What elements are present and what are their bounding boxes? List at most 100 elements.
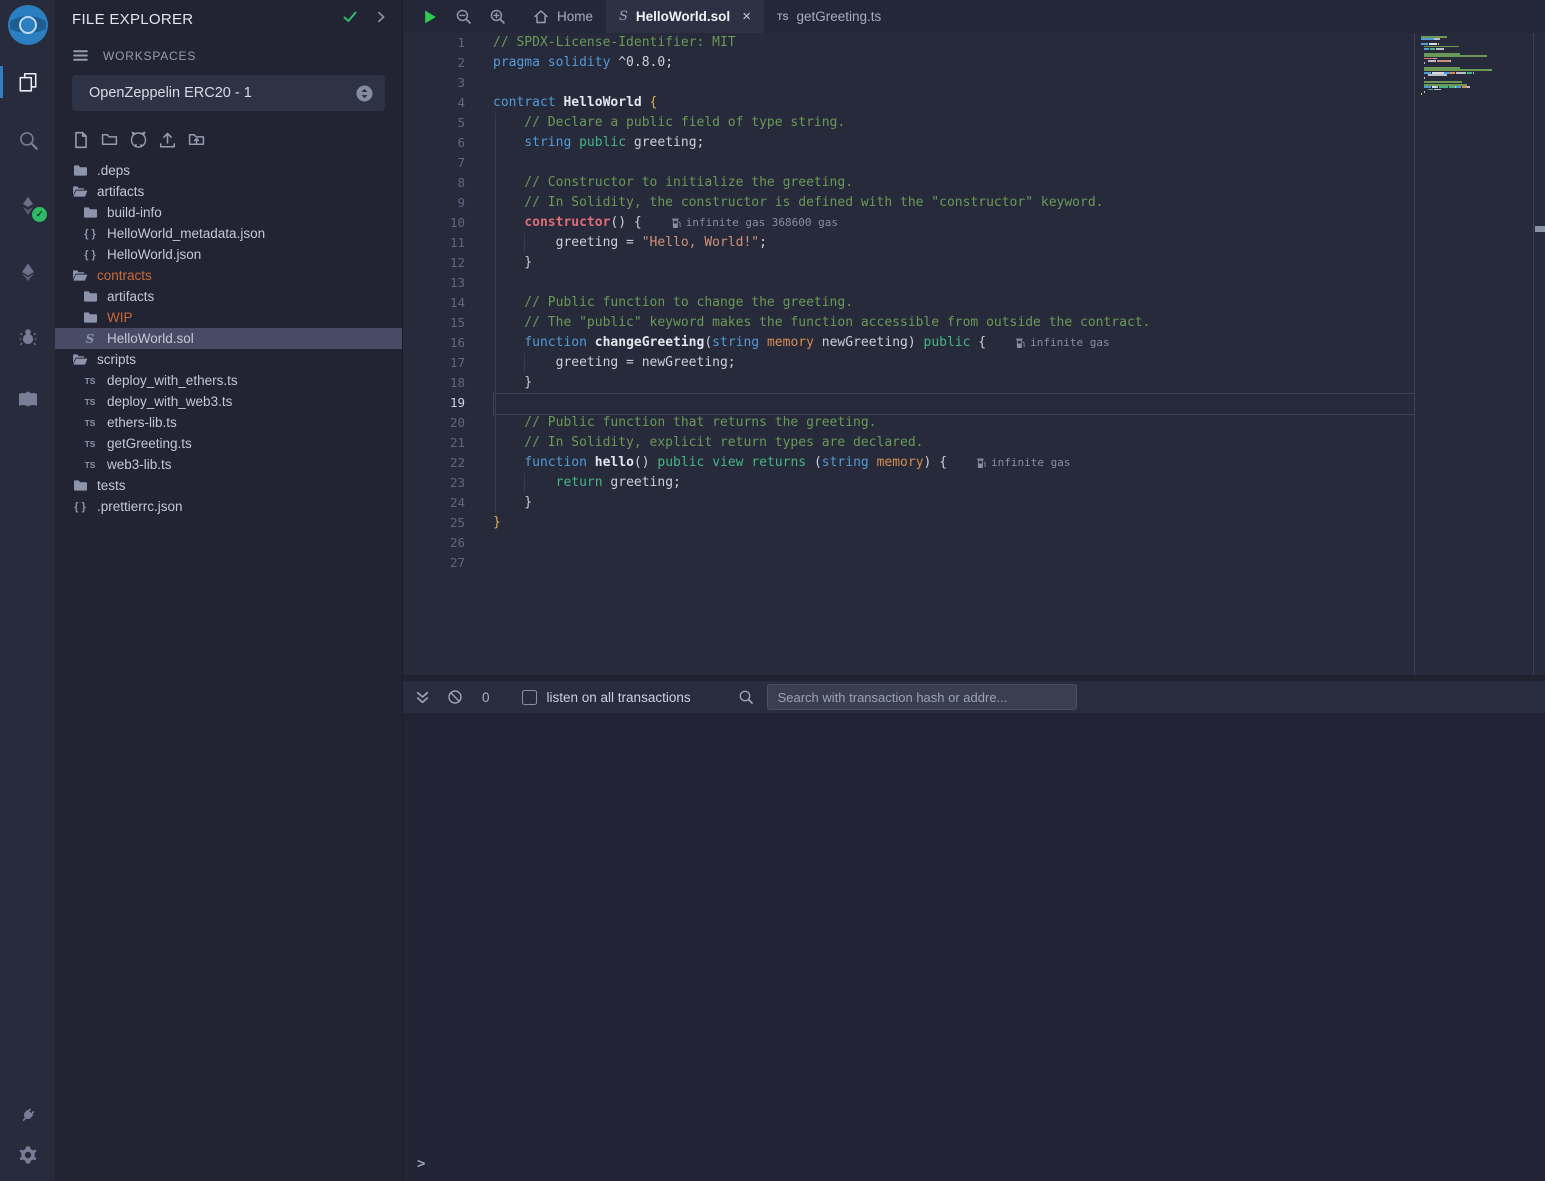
line-number: 21 [403, 433, 493, 453]
code-text: } [493, 373, 532, 393]
home-icon [533, 9, 549, 25]
code-line-23[interactable]: 23 return greeting; [403, 473, 1545, 493]
tree-item-label: getGreeting.ts [107, 436, 192, 451]
code-line-14[interactable]: 14 // Public function to change the gree… [403, 293, 1545, 313]
tab-Home[interactable]: Home [520, 0, 606, 33]
tree-item-label: artifacts [97, 184, 144, 199]
tree-item-.deps[interactable]: .deps [55, 160, 402, 181]
folder-icon [82, 290, 98, 303]
new-folder-icon[interactable] [100, 131, 119, 148]
code-line-4[interactable]: 4contract HelloWorld { [403, 93, 1545, 113]
line-number: 26 [403, 533, 493, 553]
ts-icon: TS [82, 397, 98, 407]
tree-item-web3-lib.ts[interactable]: TSweb3-lib.ts [55, 454, 402, 475]
tree-item-deploy_with_ethers.ts[interactable]: TSdeploy_with_ethers.ts [55, 370, 402, 391]
tree-item-deploy_with_web3.ts[interactable]: TSdeploy_with_web3.ts [55, 391, 402, 412]
workspaces-menu-icon[interactable] [72, 47, 89, 64]
code-text: } [493, 513, 501, 533]
tree-item-.prettierrc.json[interactable]: { }.prettierrc.json [55, 496, 402, 517]
tree-item-scripts[interactable]: scripts [55, 349, 402, 370]
settings-gear-icon[interactable] [0, 1135, 55, 1175]
close-tab-icon[interactable]: × [742, 8, 751, 25]
transaction-search-input[interactable] [767, 684, 1077, 710]
editor-column: HomeSHelloWorld.sol×TSgetGreeting.ts 1//… [403, 0, 1545, 1181]
tree-item-getGreeting.ts[interactable]: TSgetGreeting.ts [55, 433, 402, 454]
code-text: // The "public" keyword makes the functi… [493, 313, 1150, 333]
github-icon[interactable] [129, 130, 148, 149]
code-line-1[interactable]: 1// SPDX-License-Identifier: MIT [403, 33, 1545, 53]
braces-icon: { } [82, 228, 98, 240]
tree-item-WIP[interactable]: WIP [55, 307, 402, 328]
code-line-13[interactable]: 13 [403, 273, 1545, 293]
debugger-icon[interactable] [0, 317, 55, 357]
remix-logo-icon[interactable] [5, 3, 51, 49]
tree-item-artifacts[interactable]: artifacts [55, 181, 402, 202]
code-line-25[interactable]: 25} [403, 513, 1545, 533]
plugin-manager-icon[interactable] [0, 1095, 55, 1135]
tree-item-HelloWorld.json[interactable]: { }HelloWorld.json [55, 244, 402, 265]
tree-item-contracts[interactable]: contracts [55, 265, 402, 286]
tree-item-ethers-lib.ts[interactable]: TSethers-lib.ts [55, 412, 402, 433]
code-line-27[interactable]: 27 [403, 553, 1545, 573]
file-explorer-icon[interactable] [0, 62, 55, 102]
braces-icon: { } [72, 501, 88, 513]
tab-HelloWorld.sol[interactable]: SHelloWorld.sol× [606, 0, 764, 33]
code-line-2[interactable]: 2pragma solidity ^0.8.0; [403, 53, 1545, 73]
tree-item-build-info[interactable]: build-info [55, 202, 402, 223]
chevron-right-icon[interactable] [374, 10, 388, 29]
file-toolbar [72, 130, 402, 149]
line-number: 12 [403, 253, 493, 273]
learneth-book-icon[interactable] [0, 380, 55, 420]
code-line-9[interactable]: 9 // In Solidity, the constructor is def… [403, 193, 1545, 213]
code-text: constructor() { [493, 213, 642, 233]
code-line-11[interactable]: 11 greeting = "Hello, World!"; [403, 233, 1545, 253]
indent-guide [524, 233, 525, 253]
line-number: 1 [403, 33, 493, 53]
terminal-search-icon [738, 689, 754, 705]
code-line-26[interactable]: 26 [403, 533, 1545, 553]
code-line-3[interactable]: 3 [403, 73, 1545, 93]
tree-item-HelloWorld.sol[interactable]: SHelloWorld.sol [55, 328, 402, 349]
code-line-20[interactable]: 20 // Public function that returns the g… [403, 413, 1545, 433]
code-line-12[interactable]: 12 } [403, 253, 1545, 273]
line-number: 27 [403, 553, 493, 573]
code-line-16[interactable]: 16 function changeGreeting(string memory… [403, 333, 1545, 353]
terminal-body[interactable]: > [403, 713, 1545, 1181]
code-line-5[interactable]: 5 // Declare a public field of type stri… [403, 113, 1545, 133]
upload-folder-icon[interactable] [187, 131, 206, 148]
listen-checkbox[interactable] [522, 690, 537, 705]
new-file-icon[interactable] [72, 131, 90, 149]
zoom-out-icon[interactable] [455, 8, 472, 25]
solidity-compiler-icon[interactable]: ✓ [0, 186, 55, 226]
workspace-select[interactable]: OpenZeppelin ERC20 - 1 [72, 75, 385, 111]
tab-getGreeting.ts[interactable]: TSgetGreeting.ts [764, 0, 894, 33]
line-number: 2 [403, 53, 493, 73]
line-number: 23 [403, 473, 493, 493]
run-script-icon[interactable] [423, 9, 438, 25]
code-line-21[interactable]: 21 // In Solidity, explicit return types… [403, 433, 1545, 453]
code-line-17[interactable]: 17 greeting = newGreeting; [403, 353, 1545, 373]
upload-file-icon[interactable] [158, 131, 177, 149]
code-line-18[interactable]: 18 } [403, 373, 1545, 393]
tree-item-artifacts[interactable]: artifacts [55, 286, 402, 307]
code-line-24[interactable]: 24 } [403, 493, 1545, 513]
minimap[interactable] [1421, 36, 1513, 101]
code-line-8[interactable]: 8 // Constructor to initialize the greet… [403, 173, 1545, 193]
scrollbar-thumb[interactable] [1535, 226, 1545, 232]
workspace-stepper-icon[interactable] [356, 85, 373, 102]
clear-console-icon[interactable] [447, 689, 463, 705]
expand-terminal-icon[interactable] [415, 690, 430, 705]
code-line-22[interactable]: 22 function hello() public view returns … [403, 453, 1545, 473]
accept-check-icon[interactable] [342, 9, 358, 30]
code-line-7[interactable]: 7 [403, 153, 1545, 173]
code-line-15[interactable]: 15 // The "public" keyword makes the fun… [403, 313, 1545, 333]
deploy-run-icon[interactable] [0, 252, 55, 292]
zoom-in-icon[interactable] [489, 8, 506, 25]
code-editor[interactable]: 1// SPDX-License-Identifier: MIT2pragma … [403, 33, 1545, 675]
tree-item-tests[interactable]: tests [55, 475, 402, 496]
tree-item-HelloWorld_metadata.json[interactable]: { }HelloWorld_metadata.json [55, 223, 402, 244]
code-line-10[interactable]: 10 constructor() {infinite gas 368600 ga… [403, 213, 1545, 233]
search-icon[interactable] [0, 120, 55, 160]
code-line-19[interactable]: 19 [403, 393, 1545, 413]
code-line-6[interactable]: 6 string public greeting; [403, 133, 1545, 153]
